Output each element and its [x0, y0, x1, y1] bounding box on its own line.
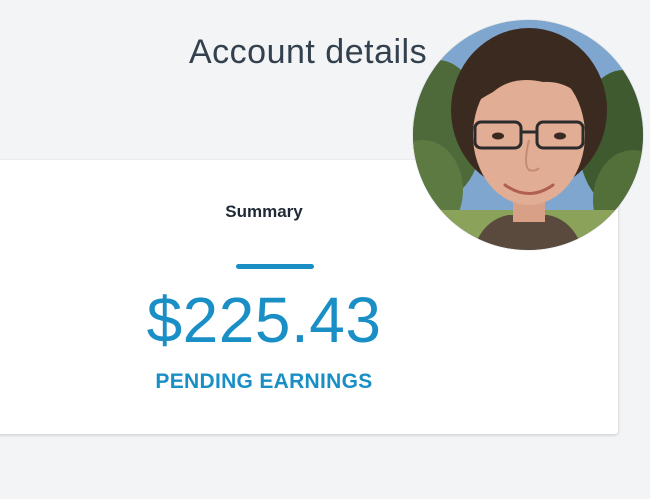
avatar[interactable] — [413, 20, 643, 250]
pending-earnings-label: PENDING EARNINGS — [155, 370, 373, 393]
pending-earnings-amount: $225.43 — [146, 284, 382, 356]
summary-divider — [236, 264, 314, 269]
page-title: Account details — [189, 33, 428, 71]
user-avatar-photo-icon — [413, 20, 643, 250]
